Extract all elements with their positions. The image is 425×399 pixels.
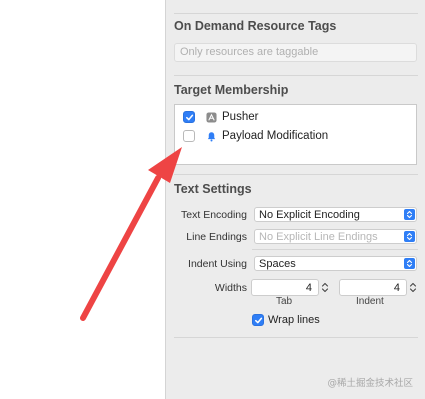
target-label-payload-modification: Payload Modification: [222, 130, 329, 142]
text-encoding-label: Text Encoding: [181, 209, 247, 221]
tab-caption: Tab: [276, 296, 293, 307]
line-endings-value: No Explicit Line Endings: [259, 231, 378, 243]
target-membership-list: Pusher Payload Modification: [174, 104, 417, 165]
resource-tags-field[interactable]: Only resources are taggable: [174, 43, 417, 62]
wrap-lines-checkbox[interactable]: [252, 314, 264, 326]
tab-width-stepper[interactable]: [320, 279, 330, 296]
pusher-checkbox[interactable]: [183, 111, 195, 123]
divider: [252, 249, 418, 250]
text-encoding-value: No Explicit Encoding: [259, 209, 360, 221]
notification-extension-icon: [205, 130, 217, 142]
on-demand-resource-tags-title: On Demand Resource Tags: [174, 19, 337, 33]
indent-using-label: Indent Using: [188, 258, 247, 270]
divider: [174, 174, 418, 175]
app-target-icon: [205, 111, 217, 123]
text-settings-title: Text Settings: [174, 182, 252, 196]
indent-using-value: Spaces: [259, 258, 296, 270]
divider: [174, 13, 418, 14]
indent-width-field[interactable]: 4: [339, 279, 407, 296]
widths-label: Widths: [214, 282, 247, 294]
wrap-lines-row[interactable]: Wrap lines: [252, 314, 320, 326]
target-membership-title: Target Membership: [174, 83, 289, 97]
popup-chevron-icon: [404, 258, 415, 269]
target-row-payload-modification[interactable]: Payload Modification: [183, 128, 328, 144]
watermark: @稀土掘金技术社区: [327, 378, 413, 389]
wrap-lines-label: Wrap lines: [268, 314, 320, 326]
divider: [174, 337, 418, 338]
payload-modification-checkbox[interactable]: [183, 130, 195, 142]
indent-caption: Indent: [356, 296, 384, 307]
indent-using-popup[interactable]: Spaces: [254, 256, 417, 271]
line-endings-popup[interactable]: No Explicit Line Endings: [254, 229, 417, 244]
indent-width-stepper[interactable]: [408, 279, 418, 296]
file-inspector-panel: On Demand Resource Tags Only resources a…: [165, 0, 425, 399]
target-label-pusher: Pusher: [222, 111, 259, 123]
text-encoding-popup[interactable]: No Explicit Encoding: [254, 207, 417, 222]
target-row-pusher[interactable]: Pusher: [183, 109, 258, 125]
popup-chevron-icon: [404, 231, 415, 242]
line-endings-label: Line Endings: [186, 231, 247, 243]
tab-width-field[interactable]: 4: [251, 279, 319, 296]
divider: [174, 75, 418, 76]
popup-chevron-icon: [404, 209, 415, 220]
